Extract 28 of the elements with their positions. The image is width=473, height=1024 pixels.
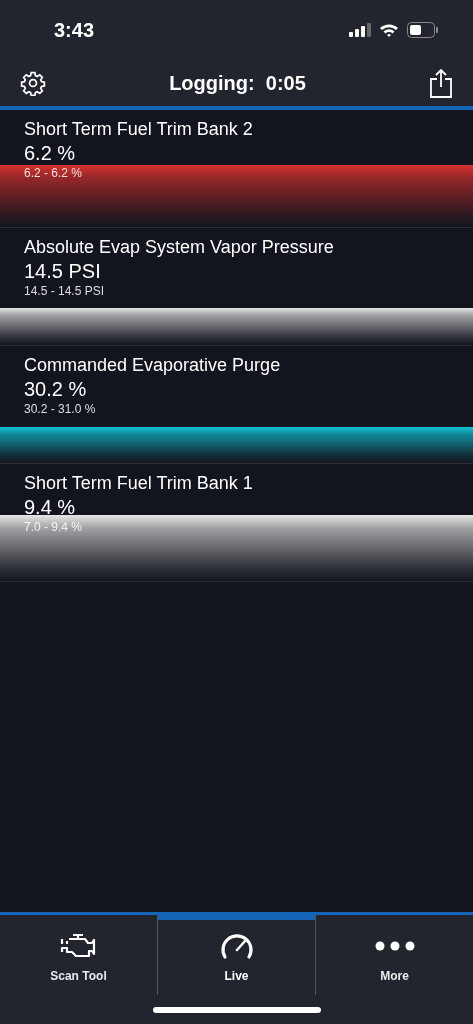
gauge-name: Absolute Evap System Vapor Pressure bbox=[24, 236, 334, 259]
more-icon bbox=[374, 941, 415, 951]
gauge-row[interactable]: Absolute Evap System Vapor Pressure 14.5 PSI 14.5 - 14.5 PSI bbox=[0, 228, 473, 346]
gauge-range: 30.2 - 31.0 % bbox=[24, 401, 96, 417]
speedometer-icon bbox=[219, 932, 254, 960]
gauge-value: 9.4 % bbox=[24, 495, 76, 519]
gauge-value: 6.2 % bbox=[24, 141, 76, 165]
settings-icon[interactable] bbox=[20, 70, 46, 96]
gauge-value: 30.2 % bbox=[24, 377, 87, 401]
gauge-row[interactable]: Short Term Fuel Trim Bank 1 9.4 % 7.0 - 9.4 % bbox=[0, 464, 473, 582]
signal-icon bbox=[349, 23, 371, 37]
gauge-name: Short Term Fuel Trim Bank 1 bbox=[24, 472, 253, 495]
battery-icon bbox=[407, 22, 439, 38]
logging-title: Logging: 0:05 bbox=[169, 71, 306, 96]
gauge-value: 14.5 PSI bbox=[24, 259, 101, 283]
gauge-row[interactable]: Commanded Evaporative Purge 30.2 % 30.2 - 31.0 % bbox=[0, 346, 473, 464]
gauge-name: Commanded Evaporative Purge bbox=[24, 354, 281, 377]
wifi-icon bbox=[379, 23, 399, 37]
gauge-range: 6.2 - 6.2 % bbox=[24, 165, 83, 181]
status-time: 3:43 bbox=[54, 18, 95, 43]
tab-button[interactable]: More bbox=[315, 915, 473, 995]
tab-button[interactable]: Live bbox=[157, 915, 315, 995]
tab-button[interactable]: Scan Tool bbox=[0, 915, 157, 995]
gauge-range: 14.5 - 14.5 PSI bbox=[24, 283, 105, 299]
share-icon[interactable] bbox=[429, 68, 453, 98]
gauge-row[interactable]: Short Term Fuel Trim Bank 2 6.2 % 6.2 - 6.2 % bbox=[0, 110, 473, 228]
gauge-name: Short Term Fuel Trim Bank 2 bbox=[24, 118, 253, 141]
gauge-range: 7.0 - 9.4 % bbox=[24, 519, 83, 535]
